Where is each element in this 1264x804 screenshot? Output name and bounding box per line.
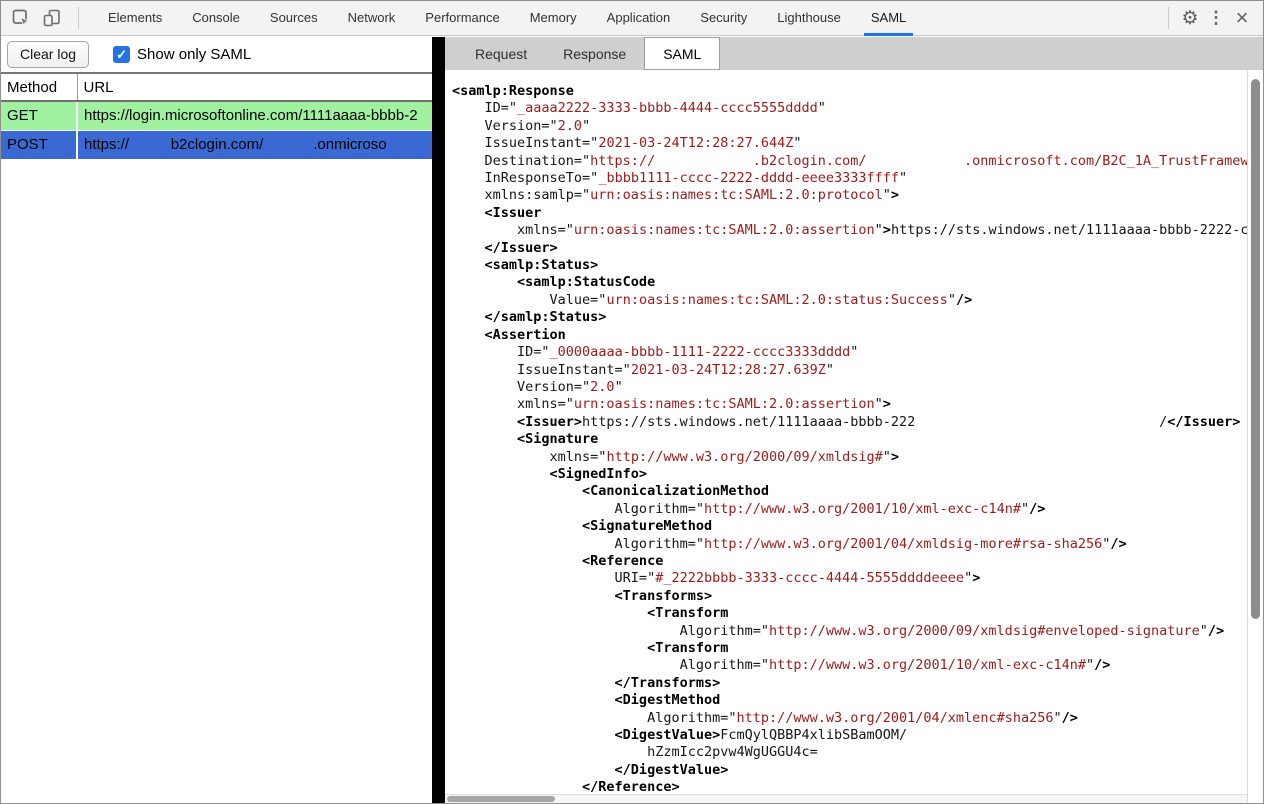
- tab-sources[interactable]: Sources: [255, 1, 333, 36]
- detail-tab-request[interactable]: Request: [457, 37, 545, 70]
- saml-xml-view[interactable]: <samlp:Response ID="_aaaa2222-3333-bbbb-…: [445, 70, 1247, 794]
- xml-line: Algorithm="http://www.w3.org/2000/09/xml…: [452, 623, 1247, 640]
- table-row[interactable]: POSThttps:// b2clogin.com/ .onmicroso: [1, 130, 432, 159]
- xml-line: <DigestMethod: [452, 692, 1247, 709]
- row-method-cell[interactable]: GET: [1, 101, 77, 130]
- close-icon[interactable]: ×: [1231, 7, 1253, 29]
- tab-network[interactable]: Network: [333, 1, 411, 36]
- devtools-window: ElementsConsoleSourcesNetworkPerformance…: [0, 0, 1264, 804]
- horizontal-scrollbar-thumb[interactable]: [447, 796, 555, 802]
- xml-line: <CanonicalizationMethod: [452, 483, 1247, 500]
- xml-line: Algorithm="http://www.w3.org/2001/10/xml…: [452, 657, 1247, 674]
- xml-line: <Reference: [452, 553, 1247, 570]
- xml-line: Version="2.0": [452, 379, 1247, 396]
- xml-line: <Assertion: [452, 327, 1247, 344]
- request-log-rows: GEThttps://login.microsoftonline.com/111…: [1, 101, 432, 159]
- tab-saml[interactable]: SAML: [856, 1, 921, 36]
- show-only-saml-checkbox[interactable]: [113, 46, 130, 63]
- xml-line: Value="urn:oasis:names:tc:SAML:2.0:statu…: [452, 292, 1247, 309]
- xml-line: xmlns="http://www.w3.org/2000/09/xmldsig…: [452, 449, 1247, 466]
- active-tab-underline: [864, 33, 913, 36]
- xml-line: xmlns:samlp="urn:oasis:names:tc:SAML:2.0…: [452, 187, 1247, 204]
- xml-line: <Issuer: [452, 205, 1247, 222]
- xml-line: Algorithm="http://www.w3.org/2001/04/xml…: [452, 536, 1247, 553]
- settings-gear-icon[interactable]: ⚙: [1179, 7, 1201, 29]
- xml-line: ID="_aaaa2222-3333-bbbb-4444-cccc5555ddd…: [452, 100, 1247, 117]
- xml-line: </Transforms>: [452, 675, 1247, 692]
- tab-lighthouse[interactable]: Lighthouse: [762, 1, 856, 36]
- clear-log-button[interactable]: Clear log: [7, 41, 89, 68]
- vertical-scrollbar-thumb[interactable]: [1251, 79, 1260, 619]
- xml-line: <Transform: [452, 640, 1247, 657]
- devtools-tabs: ElementsConsoleSourcesNetworkPerformance…: [93, 1, 921, 36]
- xml-line: InResponseTo="_bbbb1111-cccc-2222-dddd-e…: [452, 170, 1247, 187]
- xml-line: <Issuer>https://sts.windows.net/1111aaaa…: [452, 414, 1247, 431]
- toolbar-separator: [1168, 7, 1169, 29]
- toolbar-separator: [78, 7, 79, 29]
- row-url-cell[interactable]: https:// b2clogin.com/ .onmicroso: [77, 130, 432, 159]
- xml-line: IssueInstant="2021-03-24T12:28:27.639Z": [452, 362, 1247, 379]
- xml-line: ID="_0000aaaa-bbbb-1111-2222-cccc3333ddd…: [452, 344, 1247, 361]
- detail-tabbar: RequestResponseSAML: [445, 37, 1263, 70]
- xml-line: </Reference>: [452, 779, 1247, 794]
- xml-line: <Transform: [452, 605, 1247, 622]
- xml-line: Algorithm="http://www.w3.org/2001/04/xml…: [452, 710, 1247, 727]
- vertical-scrollbar[interactable]: [1247, 70, 1263, 803]
- devtools-toolbar: ElementsConsoleSourcesNetworkPerformance…: [1, 1, 1263, 36]
- inspect-element-icon[interactable]: [10, 7, 32, 29]
- row-method-cell[interactable]: POST: [1, 130, 77, 159]
- tab-performance[interactable]: Performance: [410, 1, 514, 36]
- xml-line: xmlns="urn:oasis:names:tc:SAML:2.0:asser…: [452, 222, 1247, 239]
- url-column-header[interactable]: URL: [77, 74, 432, 101]
- xml-line: <DigestValue>FcmQylQBBP4xlibSBamOOM/: [452, 727, 1247, 744]
- xml-line: <Signature: [452, 431, 1247, 448]
- detail-tab-saml[interactable]: SAML: [644, 37, 720, 70]
- xml-line: <SignedInfo>: [452, 466, 1247, 483]
- log-toolbar: Clear log Show only SAML: [1, 37, 432, 74]
- xml-line: <samlp:StatusCode: [452, 274, 1247, 291]
- table-row[interactable]: GEThttps://login.microsoftonline.com/111…: [1, 101, 432, 130]
- method-column-header[interactable]: Method: [1, 74, 77, 101]
- xml-line: <samlp:Status>: [452, 257, 1247, 274]
- xml-line: Destination="https:// .b2clogin.com/ .on…: [452, 153, 1247, 170]
- xml-line: Algorithm="http://www.w3.org/2001/10/xml…: [452, 501, 1247, 518]
- saml-detail-panel: RequestResponseSAML <samlp:Response ID="…: [445, 37, 1263, 803]
- xml-line: URI="#_2222bbbb-3333-cccc-4444-5555dddde…: [452, 570, 1247, 587]
- toggle-device-toolbar-icon[interactable]: [41, 7, 63, 29]
- request-log-table: Method URL GEThttps://login.microsoftonl…: [1, 74, 432, 160]
- xml-line: <samlp:Response: [452, 83, 1247, 100]
- tab-elements[interactable]: Elements: [93, 1, 177, 36]
- xml-line: </DigestValue>: [452, 762, 1247, 779]
- xml-line: </Issuer>: [452, 240, 1247, 257]
- panel-resize-divider[interactable]: [432, 37, 445, 803]
- table-header-row: Method URL: [1, 74, 432, 101]
- more-options-icon[interactable]: ⋮: [1205, 7, 1227, 29]
- tab-console[interactable]: Console: [177, 1, 255, 36]
- tab-security[interactable]: Security: [685, 1, 762, 36]
- xml-line: hZzmIcc2pvw4WgUGGU4c=: [452, 744, 1247, 761]
- saml-log-panel: Clear log Show only SAML Method URL GETh…: [1, 37, 432, 803]
- row-url-cell[interactable]: https://login.microsoftonline.com/1111aa…: [77, 101, 432, 130]
- xml-line: </samlp:Status>: [452, 309, 1247, 326]
- xml-line: <Transforms>: [452, 588, 1247, 605]
- tab-memory[interactable]: Memory: [515, 1, 592, 36]
- detail-tab-response[interactable]: Response: [545, 37, 644, 70]
- xml-line: IssueInstant="2021-03-24T12:28:27.644Z": [452, 135, 1247, 152]
- tab-application[interactable]: Application: [592, 1, 686, 36]
- show-only-saml-label: Show only SAML: [137, 46, 251, 63]
- xml-line: xmlns="urn:oasis:names:tc:SAML:2.0:asser…: [452, 396, 1247, 413]
- xml-line: Version="2.0": [452, 118, 1247, 135]
- horizontal-scrollbar[interactable]: [445, 794, 1247, 803]
- xml-line: <SignatureMethod: [452, 518, 1247, 535]
